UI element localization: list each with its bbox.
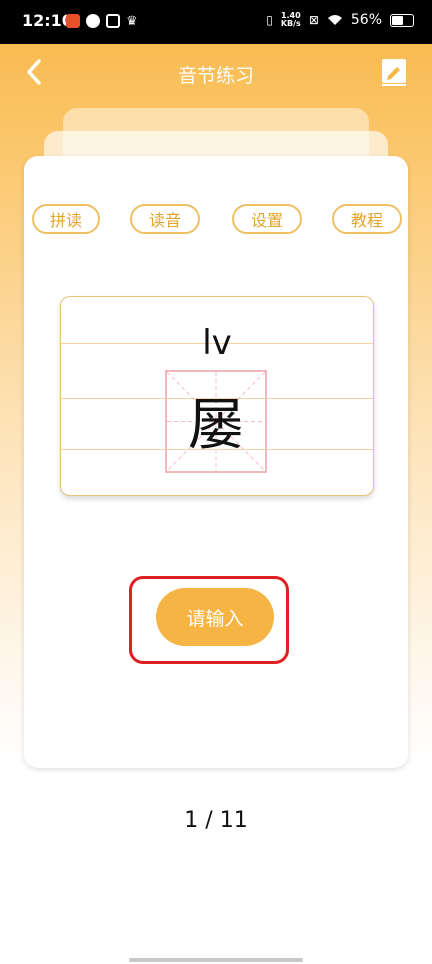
page-counter: 1 / 11: [184, 808, 248, 833]
status-right: ▯ 1.40 KB/s ⊠ 56%: [266, 12, 414, 28]
home-indicator[interactable]: [129, 958, 303, 962]
app-notification-icon: [106, 14, 120, 28]
app-notification-icon: [86, 14, 100, 28]
tianzige-grid: 屡: [165, 370, 267, 473]
sim-icon: ⊠: [308, 13, 319, 27]
speed-unit: KB/s: [280, 19, 301, 28]
status-bar: 12:10 ♛ ▯ 1.40 KB/s ⊠ 56%: [0, 0, 432, 44]
battery-percent: 56%: [350, 12, 382, 28]
edit-note-icon: [382, 59, 406, 86]
crown-icon: ♛: [126, 14, 138, 29]
vibrate-icon: ▯: [266, 13, 273, 27]
battery-icon: [390, 13, 414, 27]
pinyin-reading-button[interactable]: 拼读: [32, 204, 100, 234]
settings-button[interactable]: 设置: [232, 204, 302, 234]
hanzi-character: 屡: [188, 393, 244, 458]
status-app-icons: ♛: [66, 14, 138, 29]
header: 音节练习: [0, 44, 432, 100]
wifi-icon: [327, 15, 342, 25]
pinyin-text: lv: [202, 323, 232, 363]
app-notification-icon: [66, 14, 80, 28]
pronounce-button[interactable]: 读音: [130, 204, 200, 234]
page-title: 音节练习: [177, 65, 254, 87]
tutorial-button[interactable]: 教程: [332, 204, 402, 234]
character-card: lv 屡: [60, 296, 374, 496]
edit-button[interactable]: [378, 56, 410, 88]
input-button[interactable]: 请输入: [156, 588, 274, 646]
network-speed: 1.40 KB/s: [281, 12, 301, 28]
practice-card: 拼读 读音 设置 教程 lv 屡 请输入: [24, 156, 408, 768]
